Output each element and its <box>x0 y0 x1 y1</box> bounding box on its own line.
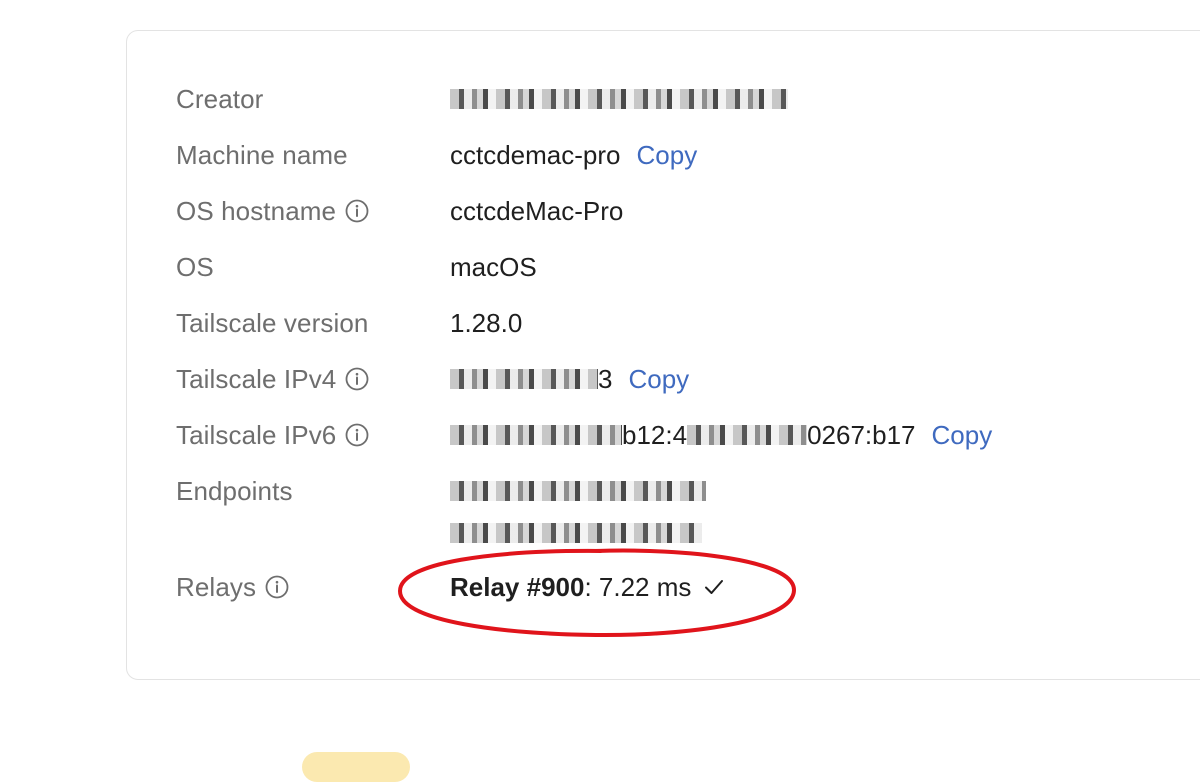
os-hostname-label-group: OS hostname <box>176 193 369 229</box>
os-value: macOS <box>450 251 537 282</box>
os-hostname-value: cctcdeMac-Pro <box>450 195 624 226</box>
creator-label: Creator <box>176 83 264 114</box>
section-badge <box>302 752 410 782</box>
info-circle-icon[interactable] <box>345 423 369 447</box>
tailscale-ipv6-label: Tailscale IPv6 <box>176 419 337 450</box>
info-circle-icon[interactable] <box>345 199 369 223</box>
tailscale-version-label: Tailscale version <box>176 307 369 338</box>
relays-label: Relays <box>176 571 257 602</box>
machine-name-value-group: cctcdemac-pro Copy <box>450 137 697 173</box>
machine-name-label: Machine name <box>176 139 348 170</box>
tailscale-ipv6-value-suffix: 0267:b17 <box>807 419 916 450</box>
redacted-endpoint-2 <box>450 523 702 543</box>
redacted-creator-email <box>450 89 788 109</box>
tailscale-ipv6-label-group: Tailscale IPv6 <box>176 417 369 453</box>
tailscale-ipv6-value-group: b12:4 0267:b17 Copy <box>450 417 992 453</box>
info-circle-icon[interactable] <box>345 367 369 391</box>
creator-value <box>450 81 788 117</box>
checkmark-icon <box>705 580 724 594</box>
relay-latency: : 7.22 ms <box>584 571 692 602</box>
endpoints-value-1 <box>450 473 706 509</box>
os-hostname-label: OS hostname <box>176 195 337 226</box>
tailscale-version-value: 1.28.0 <box>450 307 523 338</box>
tailscale-ipv6-value-mid: b12:4 <box>622 419 688 450</box>
tailscale-ipv4-label: Tailscale IPv4 <box>176 363 337 394</box>
info-circle-icon[interactable] <box>265 575 289 599</box>
tailscale-ipv4-value-suffix: 3 <box>598 363 613 394</box>
relays-label-group: Relays <box>176 569 289 605</box>
redacted-ipv4 <box>450 369 598 389</box>
copy-machine-name-button[interactable]: Copy <box>637 140 698 171</box>
redacted-endpoint-1 <box>450 481 706 501</box>
copy-ipv4-button[interactable]: Copy <box>628 364 689 395</box>
os-label: OS <box>176 251 214 282</box>
redacted-ipv6-part2 <box>687 425 808 445</box>
copy-ipv6-button[interactable]: Copy <box>932 420 993 451</box>
redacted-ipv6-part1 <box>450 425 622 445</box>
relay-name: Relay #900 <box>450 571 585 602</box>
endpoints-value-2 <box>450 515 702 551</box>
tailscale-ipv4-value-group: 3 Copy <box>450 361 689 397</box>
tailscale-ipv4-label-group: Tailscale IPv4 <box>176 361 369 397</box>
endpoints-label: Endpoints <box>176 475 293 506</box>
machine-name-value: cctcdemac-pro <box>450 139 621 170</box>
relays-value-group: Relay #900 : 7.22 ms <box>450 569 725 605</box>
